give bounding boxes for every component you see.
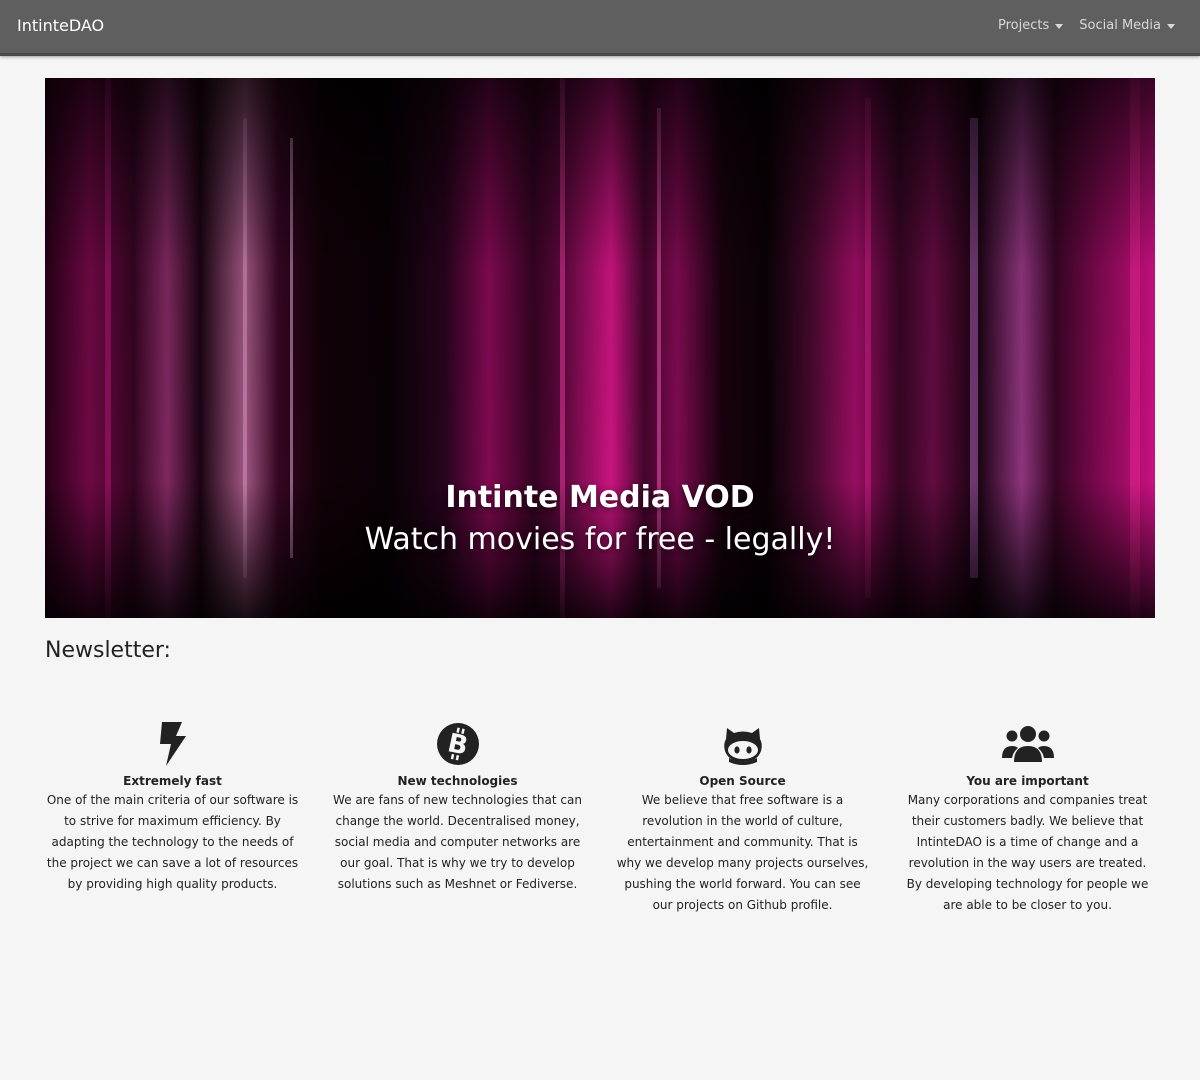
feature-title: New technologies — [397, 774, 518, 788]
feature-description: One of the main criteria of our software… — [46, 793, 299, 891]
feature-card: Extremely fast One of the main criteria … — [45, 722, 300, 916]
hero-title: Intinte Media VOD — [445, 480, 755, 515]
brand-link[interactable]: IntinteDAO — [17, 16, 104, 35]
lightning-bolt-icon — [159, 722, 186, 766]
users-icon — [1001, 726, 1054, 762]
caret-down-icon — [1055, 23, 1064, 29]
feature-description: We are fans of new technologies that can… — [333, 793, 582, 891]
feature-card: Open Source We believe that free softwar… — [615, 722, 870, 916]
projects-dropdown[interactable]: Projects — [998, 18, 1064, 33]
social-media-dropdown[interactable]: Social Media — [1079, 18, 1175, 33]
feature-title: Extremely fast — [123, 774, 222, 788]
features-row: Extremely fast One of the main criteria … — [45, 722, 1155, 916]
hero-caption: Intinte Media VOD Watch movies for free … — [45, 478, 1155, 562]
feature-card: You are important Many corporations and … — [900, 722, 1155, 916]
projects-dropdown-label: Projects — [998, 18, 1050, 33]
social-media-dropdown-label: Social Media — [1079, 18, 1161, 33]
feature-card: B New technologies We are fans of new te… — [330, 722, 585, 916]
feature-description: Many corporations and companies treat th… — [906, 793, 1149, 912]
github-icon — [723, 728, 762, 765]
nav-menu: Projects Social Media — [998, 18, 1175, 33]
hero-banner[interactable]: Intinte Media VOD Watch movies for free … — [45, 78, 1155, 618]
navbar: IntinteDAO Projects Social Media — [0, 0, 1200, 56]
caret-down-icon — [1167, 23, 1175, 29]
bitcoin-icon: B — [436, 723, 479, 765]
feature-title: You are important — [966, 774, 1089, 788]
feature-description: We believe that free software is a revol… — [616, 793, 869, 912]
newsletter-heading: Newsletter: — [45, 638, 171, 663]
feature-title: Open Source — [699, 774, 786, 788]
hero-subtitle: Watch movies for free - legally! — [364, 522, 836, 557]
